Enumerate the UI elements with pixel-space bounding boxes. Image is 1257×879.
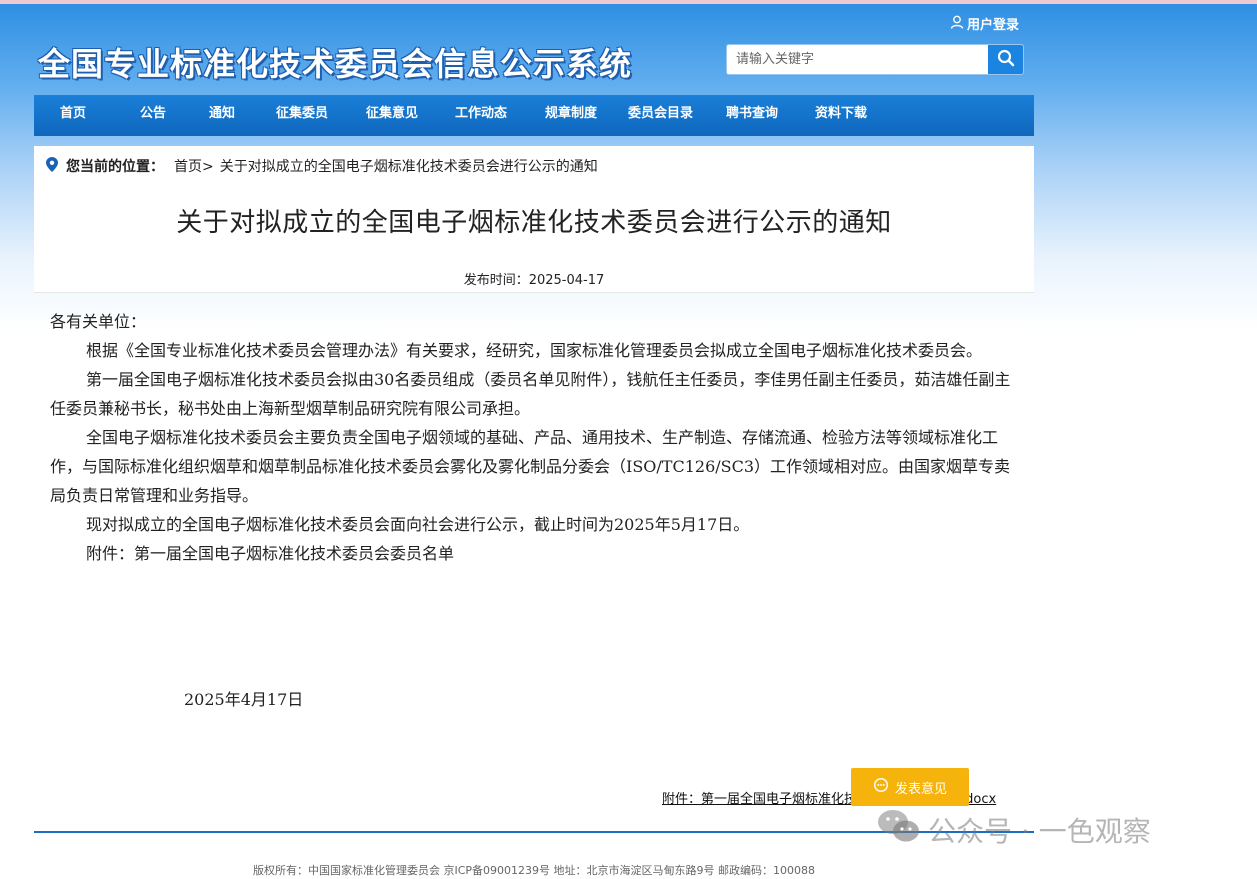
article-header-panel: 您当前的位置： 首页> 关于对拟成立的全国电子烟标准化技术委员会进行公示的通知 … <box>34 146 1034 292</box>
feedback-button[interactable]: 发表意见 <box>851 768 969 806</box>
article-paragraph: 全国电子烟标准化技术委员会主要负责全国电子烟领域的基础、产品、通用技术、生产制造… <box>50 428 1011 505</box>
sign-date: 2025年4月17日 <box>184 690 304 709</box>
article-paragraph: 附件：第一届全国电子烟标准化技术委员会委员名单 <box>86 544 455 563</box>
search-box <box>726 44 1024 75</box>
login-label: 用户登录 <box>967 18 1020 33</box>
copyright-text: 版权所有：中国国家标准化管理委员会 京ICP备09001239号 地址：北京市海… <box>252 864 816 877</box>
publish-date: 发布时间：2025-04-17 <box>463 273 605 288</box>
article-title: 关于对拟成立的全国电子烟标准化技术委员会进行公示的通知 <box>176 208 892 238</box>
breadcrumb: 您当前的位置： 首页> 关于对拟成立的全国电子烟标准化技术委员会进行公示的通知 <box>46 156 598 176</box>
breadcrumb-home-link[interactable]: 首页> <box>174 156 214 176</box>
breadcrumb-current: 关于对拟成立的全国电子烟标准化技术委员会进行公示的通知 <box>219 159 598 175</box>
user-login-link[interactable]: 用户登录 <box>950 14 1019 33</box>
wechat-icon <box>876 808 922 851</box>
search-input[interactable] <box>727 45 988 74</box>
comment-icon <box>873 777 889 797</box>
nav-item-committee-directory[interactable]: 委员会目录 <box>628 95 693 136</box>
nav-item-opinion-solicit[interactable]: 征集意见 <box>366 95 418 136</box>
location-pin-icon <box>46 156 58 176</box>
nav-item-announcement[interactable]: 公告 <box>140 95 166 136</box>
feedback-label: 发表意见 <box>894 781 947 797</box>
nav-item-member-recruit[interactable]: 征集委员 <box>276 95 328 136</box>
article-paragraph: 第一届全国电子烟标准化技术委员会拟由30名委员组成（委员名单见附件），钱航任主任… <box>50 370 1011 418</box>
breadcrumb-label: 您当前的位置： <box>66 159 164 175</box>
divider <box>34 292 1034 293</box>
main-nav: 首页 公告 通知 征集委员 征集意见 工作动态 规章制度 委员会目录 聘书查询 … <box>34 95 1034 136</box>
user-icon <box>950 15 964 33</box>
nav-item-notice[interactable]: 通知 <box>209 95 235 136</box>
nav-item-downloads[interactable]: 资料下载 <box>815 95 867 136</box>
search-button[interactable] <box>988 45 1023 74</box>
article-paragraph: 现对拟成立的全国电子烟标准化技术委员会面向社会进行公示，截止时间为2025年5月… <box>86 515 750 534</box>
watermark-text: 公众号 · 一色观察 <box>928 814 1151 848</box>
search-icon <box>997 49 1015 71</box>
article-body: 各有关单位： 根据《全国专业标准化技术委员会管理办法》有关要求，经研究，国家标准… <box>50 307 1015 568</box>
nav-item-work-news[interactable]: 工作动态 <box>455 95 507 136</box>
site-title: 全国专业标准化技术委员会信息公示系统 <box>38 45 633 83</box>
salutation: 各有关单位： <box>50 312 147 331</box>
nav-item-certificate-query[interactable]: 聘书查询 <box>726 95 778 136</box>
wechat-watermark: 公众号 · 一色观察 <box>876 808 1151 851</box>
nav-item-home[interactable]: 首页 <box>60 95 86 136</box>
nav-item-regulations[interactable]: 规章制度 <box>545 95 597 136</box>
article-paragraph: 根据《全国专业标准化技术委员会管理办法》有关要求，经研究，国家标准化管理委员会拟… <box>86 341 983 360</box>
